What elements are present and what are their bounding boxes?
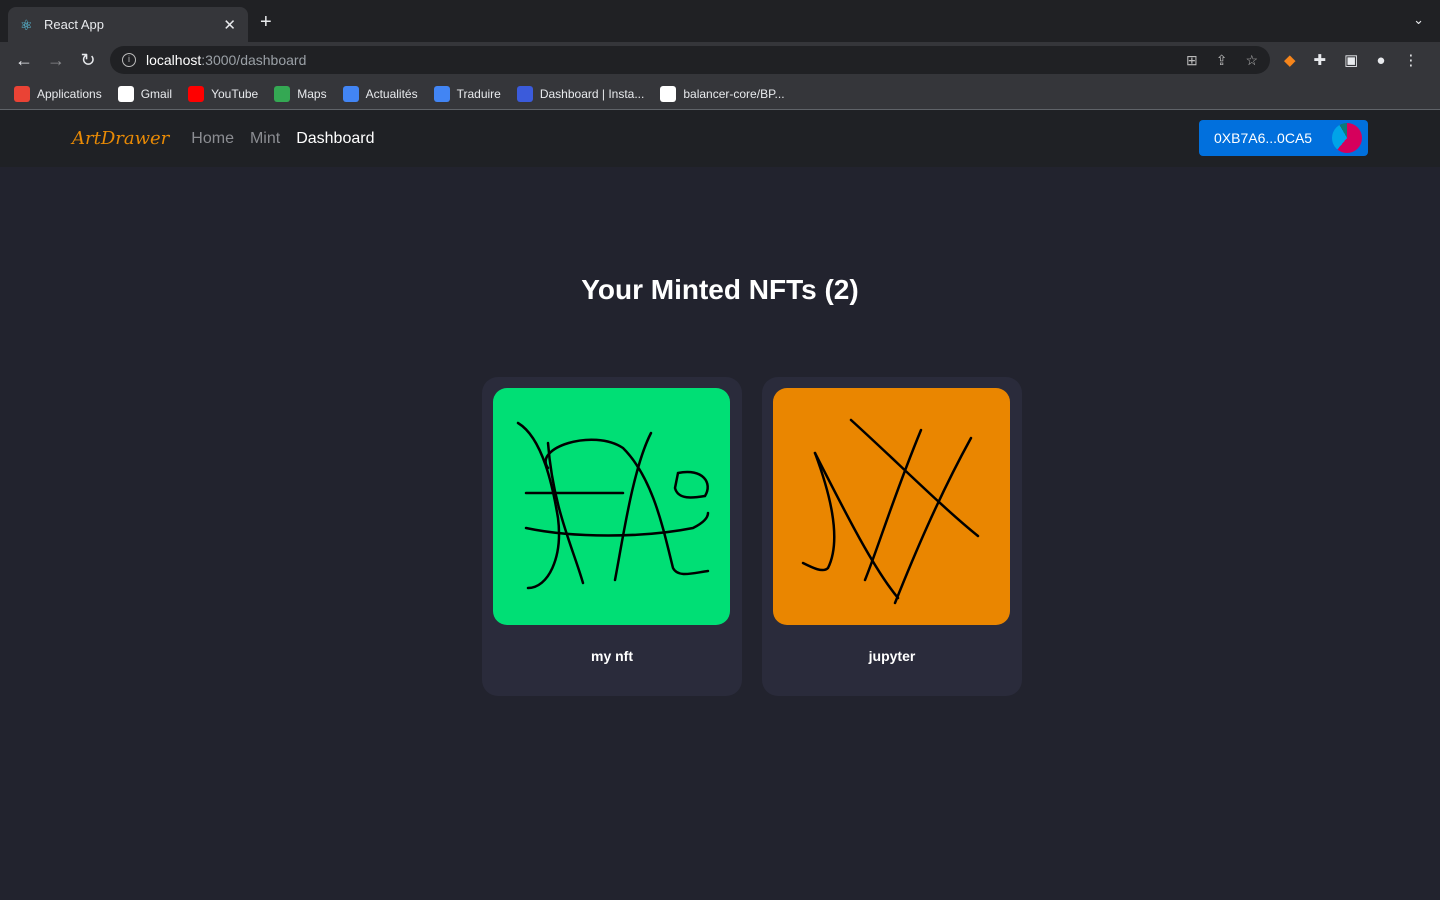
bookmark-favicon-icon — [117, 85, 134, 102]
back-icon[interactable]: ← — [8, 50, 40, 71]
bookmark-item[interactable]: Maps — [274, 85, 327, 102]
profile-icon[interactable]: ● — [1376, 52, 1385, 69]
address-bar[interactable]: i localhost:3000/dashboard ⊞ ⇪ ☆ — [110, 46, 1270, 74]
nft-image — [773, 388, 1010, 625]
bookmark-label: balancer-core/BP... — [683, 86, 785, 101]
star-icon[interactable]: ☆ — [1245, 52, 1258, 69]
bookmark-item[interactable]: Actualités — [342, 85, 418, 102]
url-host: localhost — [146, 52, 202, 68]
reload-icon[interactable]: ↻ — [72, 50, 104, 71]
react-icon: ⚛ — [20, 16, 33, 33]
tab-bar: ⚛ React App ✕ + ⌄ — [0, 0, 1440, 42]
wallet-avatar — [1332, 123, 1362, 153]
bookmark-favicon-icon — [660, 85, 677, 102]
bookmark-item[interactable]: Applications — [14, 85, 102, 102]
metamask-fox-icon[interactable]: ◆ — [1284, 51, 1296, 69]
browser-toolbar: ← → ↻ i localhost:3000/dashboard ⊞ ⇪ ☆ ◆ ✚… — [0, 42, 1440, 78]
nft-card[interactable]: my nft — [482, 377, 742, 696]
bookmark-label: Actualités — [365, 86, 418, 101]
tab-title: React App — [44, 17, 104, 32]
nft-name: jupyter — [868, 648, 916, 664]
browser-tab[interactable]: ⚛ React App ✕ — [8, 7, 248, 42]
bookmark-item[interactable]: YouTube — [188, 85, 259, 102]
bookmark-favicon-icon — [188, 85, 205, 102]
bookmark-favicon-icon — [342, 85, 359, 102]
forward-icon[interactable]: → — [40, 50, 72, 71]
bookmark-favicon-icon — [433, 85, 450, 102]
close-tab-icon[interactable]: ✕ — [223, 16, 236, 34]
bookmarks-bar: Applications Gmail YouTube Maps Actualités Tr… — [0, 78, 1440, 110]
bookmark-item[interactable]: Traduire — [433, 85, 501, 102]
wallet-button[interactable]: 0XB7A6...0CA5 — [1199, 120, 1368, 156]
logo[interactable]: ArtDrawer — [72, 128, 169, 149]
menu-kebab-icon[interactable]: ⋮ — [1403, 51, 1418, 69]
bookmark-favicon-icon — [516, 85, 533, 102]
bookmark-item[interactable]: Dashboard | Insta... — [516, 85, 645, 102]
bookmark-favicon-icon — [14, 85, 30, 102]
bookmark-label: Maps — [297, 86, 327, 101]
bookmark-item[interactable]: balancer-core/BP... — [660, 85, 785, 102]
url-path: :3000/dashboard — [201, 52, 307, 68]
app-navbar: ArtDrawer Home Mint Dashboard 0XB7A6...0… — [0, 110, 1440, 167]
extensions-puzzle-icon[interactable]: ✚ — [1314, 51, 1327, 69]
bookmark-favicon-icon — [274, 85, 291, 102]
bookmark-item[interactable]: Gmail — [117, 85, 173, 102]
info-icon[interactable]: i — [122, 53, 136, 67]
side-panel-icon[interactable]: ▣ — [1344, 51, 1358, 69]
nft-grid: my nft jupyter — [482, 377, 1022, 696]
share-icon[interactable]: ⇪ — [1216, 52, 1228, 69]
nft-name: my nft — [591, 648, 633, 664]
bookmark-label: Gmail — [140, 86, 173, 101]
translate-icon[interactable]: ⊞ — [1186, 52, 1198, 69]
bookmark-label: YouTube — [211, 86, 259, 101]
bookmark-label: Dashboard | Insta... — [539, 86, 645, 101]
nft-image — [493, 388, 730, 625]
chevron-down-icon[interactable]: ⌄ — [1413, 12, 1424, 28]
wallet-address: 0XB7A6...0CA5 — [1214, 130, 1313, 146]
nav-dashboard[interactable]: Dashboard — [296, 130, 374, 148]
bookmark-label: Applications — [37, 86, 102, 101]
bookmark-label: Traduire — [456, 86, 501, 101]
nav-mint[interactable]: Mint — [250, 130, 280, 148]
new-tab-icon[interactable]: + — [260, 11, 272, 34]
nft-card[interactable]: jupyter — [762, 377, 1022, 696]
nav-home[interactable]: Home — [191, 130, 234, 148]
page-title: Your Minted NFTs (2) — [581, 274, 859, 305]
